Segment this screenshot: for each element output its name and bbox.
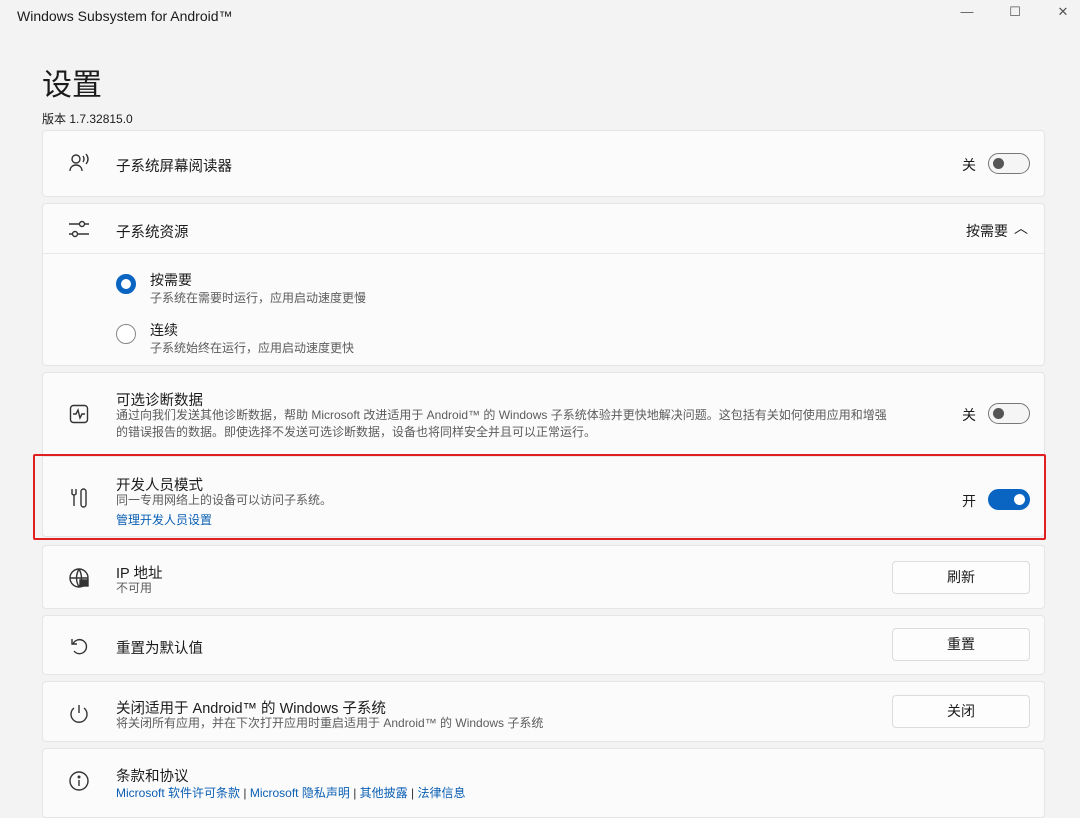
radio-on-demand[interactable] (116, 274, 136, 294)
shutdown-card: 关闭适用于 Android™ 的 Windows 子系统 将关闭所有应用，并在下… (42, 681, 1045, 742)
version-label: 版本 1.7.32815.0 (42, 110, 133, 127)
tools-icon (67, 486, 91, 510)
shutdown-button[interactable]: 关闭 (892, 695, 1030, 728)
option-continuous-label: 连续 (150, 320, 178, 340)
refresh-button[interactable]: 刷新 (892, 561, 1030, 594)
terms-title: 条款和协议 (116, 765, 189, 786)
other-disclosures-link[interactable]: 其他披露 (360, 786, 408, 800)
separator: | (411, 786, 414, 800)
power-icon (67, 702, 91, 726)
diagnostics-desc: 通过向我们发送其他诊断数据，帮助 Microsoft 改进适用于 Android… (116, 407, 896, 441)
diagnostics-state: 关 (962, 405, 976, 425)
maximize-button[interactable]: ☐ (1000, 4, 1030, 24)
screen-reader-title: 子系统屏幕阅读器 (116, 155, 232, 176)
option-on-demand-desc: 子系统在需要时运行，应用启动速度更慢 (150, 289, 366, 306)
developer-state: 开 (962, 491, 976, 511)
title-bar: Windows Subsystem for Android™ — ☐ ✕ (0, 0, 1080, 34)
resources-value: 按需要 (966, 221, 1008, 241)
license-terms-link[interactable]: Microsoft 软件许可条款 (116, 786, 240, 800)
activity-icon (67, 402, 91, 426)
reset-card: 重置为默认值 重置 (42, 615, 1045, 675)
privacy-statement-link[interactable]: Microsoft 隐私声明 (250, 786, 350, 800)
resources-title: 子系统资源 (116, 221, 189, 242)
page-title: 设置 (42, 60, 102, 104)
option-on-demand-label: 按需要 (150, 270, 192, 290)
diagnostics-toggle[interactable] (988, 403, 1030, 424)
separator: | (243, 786, 246, 800)
screen-reader-toggle[interactable] (988, 153, 1030, 174)
diagnostics-card: 可选诊断数据 通过向我们发送其他诊断数据，帮助 Microsoft 改进适用于 … (42, 372, 1045, 537)
reset-button[interactable]: 重置 (892, 628, 1030, 661)
app-title: Windows Subsystem for Android™ (17, 8, 233, 24)
terms-links: Microsoft 软件许可条款 | Microsoft 隐私声明 | 其他披露… (116, 784, 466, 801)
developer-desc: 同一专用网络上的设备可以访问子系统。 (116, 492, 896, 509)
ip-card: IP 地址 不可用 刷新 (42, 545, 1045, 609)
radio-continuous[interactable] (116, 324, 136, 344)
globe-icon (67, 566, 91, 590)
close-button[interactable]: ✕ (1048, 4, 1078, 24)
separator: | (353, 786, 356, 800)
info-icon (67, 769, 91, 793)
screen-reader-card: 子系统屏幕阅读器 关 (42, 130, 1045, 197)
chevron-up-icon: ︿ (1014, 218, 1028, 238)
developer-toggle[interactable] (988, 489, 1030, 510)
screen-reader-state: 关 (962, 155, 976, 175)
sliders-icon (67, 217, 91, 241)
option-continuous-desc: 子系统始终在运行，应用启动速度更快 (150, 339, 354, 356)
reset-title: 重置为默认值 (116, 637, 203, 658)
resources-header[interactable]: 子系统资源 按需要 ︿ (43, 204, 1044, 254)
resources-card: 子系统资源 按需要 ︿ 按需要 子系统在需要时运行，应用启动速度更慢 连续 子系… (42, 203, 1045, 366)
manage-developer-settings-link[interactable]: 管理开发人员设置 (116, 511, 212, 528)
legal-info-link[interactable]: 法律信息 (417, 786, 465, 800)
shutdown-desc: 将关闭所有应用，并在下次打开应用时重启适用于 Android™ 的 Window… (116, 715, 896, 732)
ip-value: 不可用 (116, 580, 896, 597)
screen-reader-icon (67, 151, 91, 175)
minimize-button[interactable]: — (952, 4, 982, 24)
reset-icon (67, 634, 91, 658)
